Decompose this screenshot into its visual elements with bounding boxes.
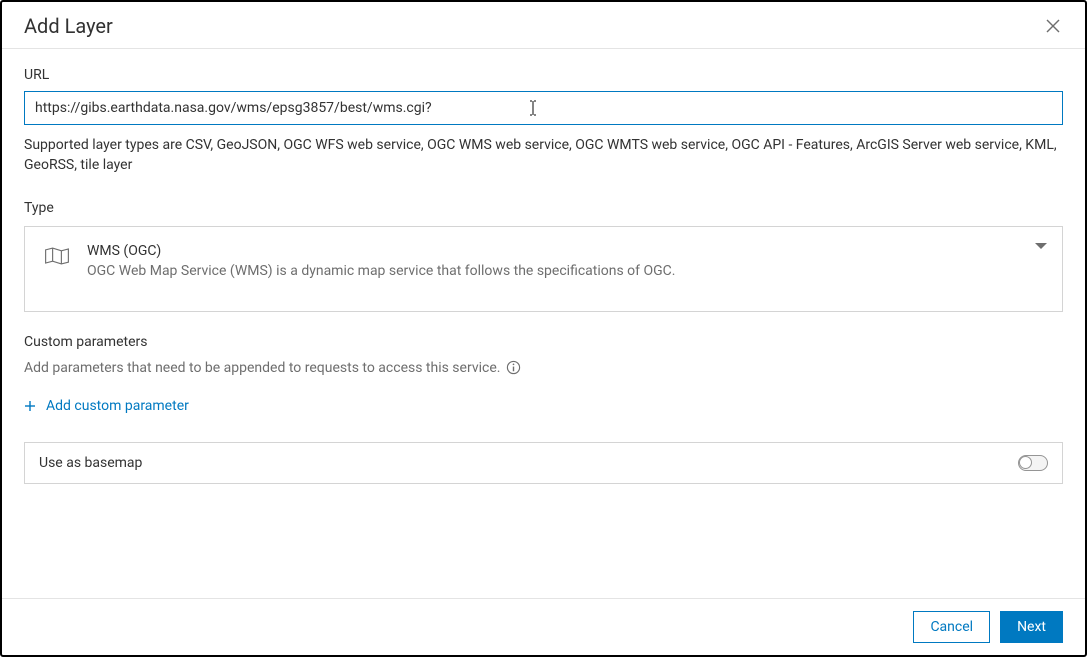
url-help-text: Supported layer types are CSV, GeoJSON, … [24, 135, 1063, 176]
info-icon[interactable] [506, 360, 521, 375]
map-layer-icon [43, 245, 71, 267]
dialog-footer: Cancel Next [2, 598, 1085, 655]
add-custom-parameter-button[interactable]: Add custom parameter [24, 398, 1063, 414]
custom-parameters-label: Custom parameters [24, 334, 1063, 350]
url-input[interactable] [24, 91, 1063, 125]
chevron-down-icon [1034, 241, 1048, 251]
use-as-basemap-row: Use as basemap [24, 442, 1063, 484]
add-custom-parameter-label: Add custom parameter [46, 398, 189, 414]
cancel-button[interactable]: Cancel [913, 611, 990, 643]
dialog-title: Add Layer [24, 14, 113, 38]
url-label: URL [24, 67, 1063, 83]
dialog-header: Add Layer [2, 2, 1085, 48]
custom-parameters-description-text: Add parameters that need to be appended … [24, 360, 500, 376]
add-layer-dialog: Add Layer URL Supported layer types are … [0, 0, 1087, 657]
close-button[interactable] [1043, 16, 1063, 36]
custom-parameters-description: Add parameters that need to be appended … [24, 360, 1063, 376]
dialog-body: URL Supported layer types are CSV, GeoJS… [2, 49, 1085, 598]
toggle-knob [1019, 456, 1032, 469]
type-label: Type [24, 200, 1063, 216]
type-text: WMS (OGC) OGC Web Map Service (WMS) is a… [87, 243, 1044, 279]
use-as-basemap-label: Use as basemap [39, 455, 142, 471]
type-title: WMS (OGC) [87, 243, 1044, 259]
close-icon [1045, 18, 1061, 34]
next-button[interactable]: Next [1000, 611, 1063, 643]
use-as-basemap-toggle[interactable] [1018, 455, 1048, 471]
plus-icon [24, 400, 36, 412]
type-description: OGC Web Map Service (WMS) is a dynamic m… [87, 263, 1044, 279]
type-selector[interactable]: WMS (OGC) OGC Web Map Service (WMS) is a… [24, 226, 1063, 312]
